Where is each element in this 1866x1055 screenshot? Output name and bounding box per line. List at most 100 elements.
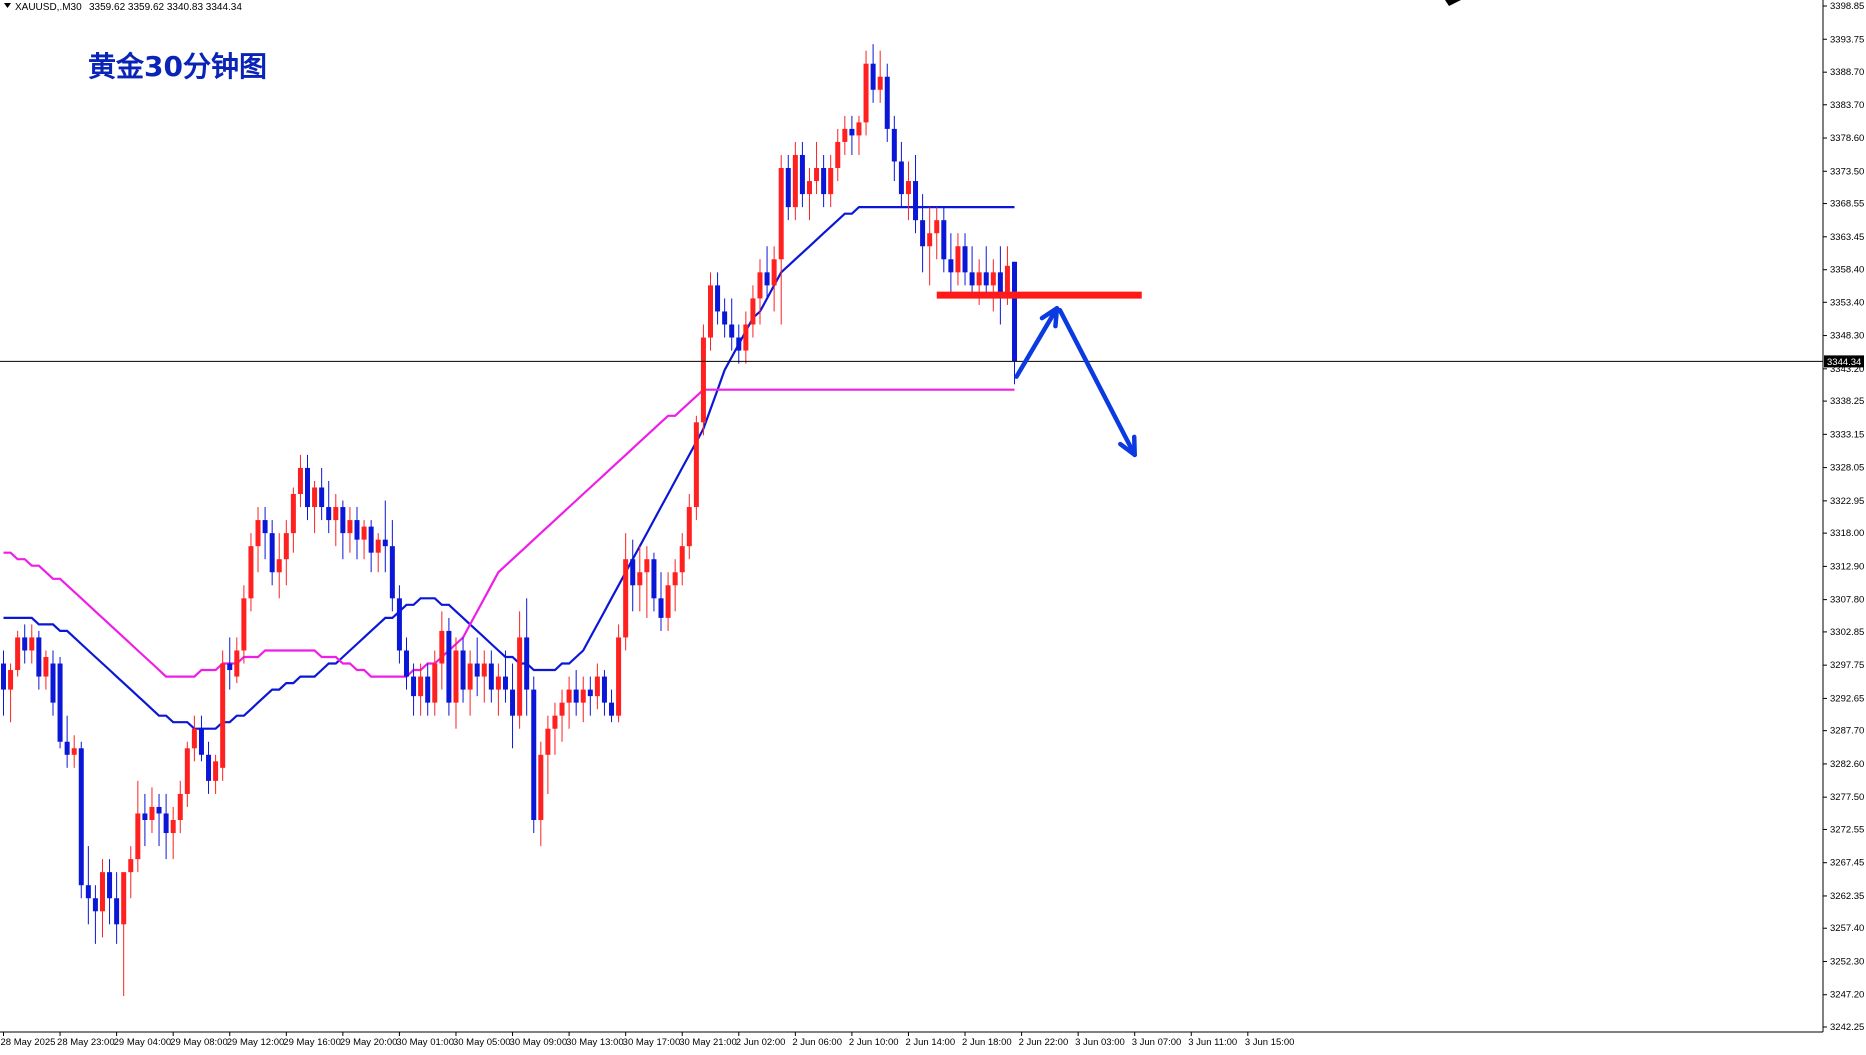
candle-body — [806, 181, 812, 195]
price-tick-label: 3307.80 — [1830, 595, 1864, 606]
candle-body — [276, 559, 282, 573]
price-tick-label: 3302.85 — [1830, 627, 1864, 638]
candle-body — [672, 572, 678, 586]
candle-body — [368, 526, 374, 553]
candle-body — [495, 676, 501, 690]
candle-body — [57, 663, 63, 742]
candle-body — [849, 128, 855, 136]
time-tick-label: 29 May 12:00 — [227, 1037, 285, 1048]
candle-body — [170, 819, 176, 834]
candle-body — [764, 272, 770, 286]
candle-body — [757, 272, 763, 299]
candle — [15, 630, 21, 677]
candle-body — [609, 702, 615, 716]
time-tick-label: 29 May 16:00 — [283, 1037, 341, 1048]
chart-background — [0, 0, 1866, 1055]
candle-body — [36, 637, 42, 677]
time-tick-label: 29 May 04:00 — [114, 1037, 172, 1048]
candle-body — [227, 663, 233, 671]
candle-body — [269, 533, 275, 573]
candle-body — [460, 650, 466, 690]
candle-body — [206, 754, 212, 781]
candle-body — [891, 128, 897, 162]
time-tick-label: 2 Jun 14:00 — [905, 1037, 955, 1048]
time-tick-label: 3 Jun 15:00 — [1245, 1037, 1295, 1048]
candle-body — [729, 324, 735, 338]
time-tick-label: 2 Jun 06:00 — [792, 1037, 842, 1048]
candle — [531, 676, 537, 834]
candle-body — [517, 637, 523, 716]
candle-body — [884, 76, 890, 129]
candle-body — [828, 168, 834, 195]
candle-body — [927, 233, 933, 247]
time-tick-label: 30 May 09:00 — [510, 1037, 568, 1048]
candle-body — [785, 168, 791, 208]
price-tick-label: 3388.70 — [1830, 67, 1864, 78]
candle-body — [821, 168, 827, 195]
candle-body — [616, 637, 622, 716]
candle-body — [234, 650, 240, 677]
candle-body — [969, 272, 975, 286]
candle-body — [898, 161, 904, 195]
candle-body — [538, 754, 544, 820]
candle-body — [248, 546, 254, 599]
candle-body — [71, 748, 77, 755]
candle-body — [524, 637, 530, 690]
candle-body — [396, 598, 402, 651]
time-tick-label: 28 May 2025 — [1, 1037, 56, 1048]
time-tick-label: 3 Jun 07:00 — [1132, 1037, 1182, 1048]
candle-body — [580, 689, 586, 703]
time-tick-label: 29 May 20:00 — [340, 1037, 398, 1048]
candle-body — [962, 246, 968, 273]
time-tick-label: 30 May 13:00 — [566, 1037, 624, 1048]
candle-body — [913, 181, 919, 221]
candle-body — [715, 285, 721, 312]
price-tick-label: 3282.60 — [1830, 759, 1864, 770]
candle-body — [863, 63, 869, 123]
candle-body — [319, 487, 325, 508]
candle-body — [792, 154, 798, 208]
candle-body — [241, 598, 247, 651]
time-tick-label: 29 May 08:00 — [170, 1037, 228, 1048]
candle-body — [630, 559, 636, 586]
candle-body — [361, 526, 367, 540]
candle-body — [15, 637, 21, 671]
price-tick-label: 3348.30 — [1830, 331, 1864, 342]
price-tick-label: 3272.55 — [1830, 824, 1864, 835]
time-tick-label: 30 May 01:00 — [396, 1037, 454, 1048]
price-chart[interactable]: 3344.34 3398.853393.753388.703383.703378… — [0, 0, 1866, 1055]
price-tick-label: 3242.25 — [1830, 1022, 1864, 1033]
candle-body — [700, 337, 706, 423]
candle-body — [347, 520, 353, 534]
time-tick-label: 2 Jun 10:00 — [849, 1037, 899, 1048]
candle-body — [948, 259, 954, 273]
time-tick-label: 30 May 05:00 — [453, 1037, 511, 1048]
candle-body — [220, 663, 226, 768]
candle-body — [722, 311, 728, 325]
candle-body — [29, 637, 35, 651]
time-tick-label: 28 May 23:00 — [57, 1037, 115, 1048]
candle-body — [708, 285, 713, 338]
candle-body — [128, 859, 134, 873]
candle-body — [340, 507, 346, 534]
candle-body — [651, 559, 657, 599]
price-tick-label: 3398.85 — [1830, 1, 1864, 12]
candle-body — [474, 663, 480, 677]
candle-body — [262, 520, 268, 534]
candle-body — [403, 650, 409, 677]
candle-body — [389, 546, 395, 599]
candle-body — [623, 559, 629, 638]
time-tick-label: 2 Jun 02:00 — [736, 1037, 786, 1048]
time-tick-label: 2 Jun 22:00 — [1019, 1037, 1069, 1048]
candle-body — [8, 670, 14, 690]
candle-body — [587, 689, 593, 697]
candle — [78, 741, 84, 899]
candle-body — [502, 676, 508, 690]
price-tick-label: 3267.45 — [1830, 858, 1864, 869]
candle-body — [736, 337, 742, 351]
price-tick-label: 3292.65 — [1830, 693, 1864, 704]
candle-body — [297, 467, 303, 495]
candle-body — [771, 259, 777, 286]
candle-body — [601, 676, 607, 703]
price-tick-label: 3353.40 — [1830, 297, 1864, 308]
